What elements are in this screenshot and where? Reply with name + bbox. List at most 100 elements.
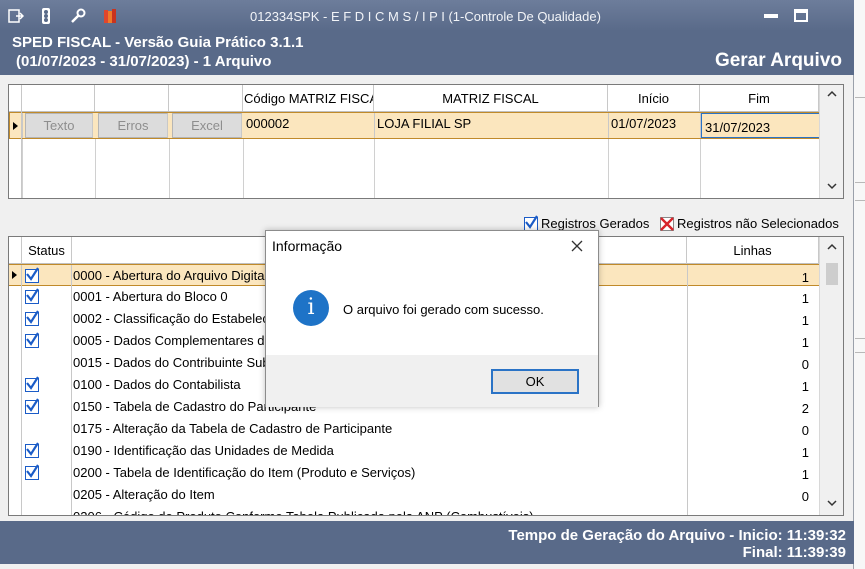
page-title: Gerar Arquivo: [714, 50, 842, 71]
ok-button[interactable]: OK: [491, 369, 579, 394]
records-grid-scrollbar[interactable]: [819, 237, 843, 515]
scroll-down-icon[interactable]: [820, 180, 844, 197]
row-indicator: [9, 484, 22, 506]
checked-icon: [524, 214, 538, 231]
erros-button[interactable]: Erros: [98, 113, 168, 138]
checked-icon: [25, 398, 39, 414]
record-description: 0100 - Dados do Contabilista: [73, 377, 241, 392]
record-lines: [687, 506, 817, 515]
record-lines: 1: [687, 330, 817, 352]
generation-end-time: Final: 11:39:39: [742, 544, 846, 561]
record-lines: 1: [687, 374, 817, 396]
wrench-icon[interactable]: [68, 6, 88, 26]
checked-icon: [25, 442, 39, 458]
traffic-light-icon[interactable]: [36, 6, 56, 26]
background-window-edge: [854, 0, 865, 569]
record-lines: 0: [687, 484, 817, 506]
scroll-thumb[interactable]: [826, 263, 838, 285]
scroll-up-icon[interactable]: [820, 88, 844, 105]
column-header-blank-1: [22, 85, 95, 111]
column-header-status[interactable]: Status: [22, 237, 72, 264]
checked-icon: [25, 267, 39, 283]
legend-generated-label: Registros Gerados: [541, 216, 650, 231]
table-row[interactable]: 0200 - Tabela de Identificação do Item (…: [9, 462, 821, 484]
record-description: 0175 - Alteração da Tabela de Cadastro d…: [73, 421, 393, 436]
row-indicator: [9, 418, 22, 440]
scroll-down-icon[interactable]: [820, 497, 843, 514]
period-label: (01/07/2023 - 31/07/2023) - 1 Arquivo: [16, 53, 272, 70]
scroll-up-icon[interactable]: [820, 241, 843, 258]
column-header-codigo[interactable]: Código MATRIZ FISCAL: [243, 85, 374, 111]
table-row[interactable]: 0205 - Alteração do Item 0: [9, 484, 821, 506]
books-icon[interactable]: [100, 6, 120, 26]
record-description: 0206 - Código de Produto Conforme Tabela…: [73, 509, 534, 515]
dialog-button-bar: OK: [266, 355, 598, 407]
status-cell: [22, 352, 72, 374]
maximize-button[interactable]: [790, 8, 812, 24]
record-lines: 1: [687, 286, 817, 308]
header-band: SPED FISCAL - Versão Guia Prático 3.1.1 …: [0, 31, 854, 75]
checked-icon: [25, 376, 39, 392]
status-cell: [22, 418, 72, 440]
legend-not-selected: Registros não Selecionados: [660, 216, 839, 231]
row-indicator: [9, 265, 22, 287]
record-lines: 1: [687, 462, 817, 484]
cell-fim[interactable]: 31/07/2023: [701, 113, 820, 138]
info-dialog: Informação i O arquivo foi gerado com su…: [265, 230, 599, 407]
texto-button[interactable]: Texto: [25, 113, 93, 138]
generation-start-time: Tempo de Geração do Arquivo - Inicio: 11…: [508, 527, 846, 544]
window-title: 012334SPK - E F D I C M S / I P I (1-Con…: [250, 9, 601, 24]
column-header-fim[interactable]: Fim: [700, 85, 819, 111]
checked-icon: [25, 464, 39, 480]
cell-matriz: LOJA FILIAL SP: [375, 113, 609, 138]
dialog-message: O arquivo foi gerado com sucesso.: [343, 302, 544, 317]
row-indicator: [9, 462, 22, 484]
cell-codigo: 000002: [244, 113, 375, 138]
row-indicator: [9, 374, 22, 396]
status-cell: [22, 484, 72, 506]
record-lines: 1: [687, 308, 817, 330]
record-lines: 1: [687, 440, 817, 462]
record-description: 0001 - Abertura do Bloco 0: [73, 289, 228, 304]
cross-icon: [660, 216, 674, 231]
column-header-linhas[interactable]: Linhas: [687, 237, 819, 264]
row-indicator: [9, 396, 22, 418]
record-lines: 0: [687, 352, 817, 374]
title-bar: 012334SPK - E F D I C M S / I P I (1-Con…: [0, 0, 854, 31]
column-header-blank-2: [95, 85, 169, 111]
record-lines: 1: [687, 265, 817, 287]
status-cell: [22, 506, 72, 515]
indicator-column-header: [9, 237, 22, 264]
info-icon: i: [293, 290, 329, 326]
checked-icon: [25, 332, 39, 348]
files-grid-row[interactable]: Texto Erros Excel 000002 LOJA FILIAL SP …: [9, 112, 821, 139]
dialog-title: Informação: [272, 238, 343, 254]
excel-button[interactable]: Excel: [172, 113, 242, 138]
column-header-blank-3: [169, 85, 243, 111]
row-indicator: [9, 308, 22, 330]
indicator-column: [9, 85, 22, 198]
close-icon[interactable]: [566, 235, 588, 257]
legend-generated: Registros Gerados: [524, 214, 650, 231]
column-header-matriz[interactable]: MATRIZ FISCAL: [374, 85, 608, 111]
table-row[interactable]: 0190 - Identificação das Unidades de Med…: [9, 440, 821, 462]
record-lines: 2: [687, 396, 817, 418]
files-grid-empty-area: [9, 139, 820, 198]
checked-icon: [25, 310, 39, 326]
footer-band: Tempo de Geração do Arquivo - Inicio: 11…: [0, 521, 854, 564]
files-grid: Código MATRIZ FISCAL MATRIZ FISCAL Iníci…: [8, 84, 844, 199]
table-row[interactable]: 0206 - Código de Produto Conforme Tabela…: [9, 506, 821, 515]
row-indicator: [9, 330, 22, 352]
record-description: 0200 - Tabela de Identificação do Item (…: [73, 465, 416, 480]
column-header-inicio[interactable]: Início: [608, 85, 700, 111]
record-description: 0190 - Identificação das Unidades de Med…: [73, 443, 334, 458]
table-row[interactable]: 0175 - Alteração da Tabela de Cadastro d…: [9, 418, 821, 440]
record-lines: 0: [687, 418, 817, 440]
files-grid-header: Código MATRIZ FISCAL MATRIZ FISCAL Iníci…: [9, 85, 819, 112]
row-indicator: [9, 352, 22, 374]
version-label: SPED FISCAL - Versão Guia Prático 3.1.1: [12, 34, 304, 51]
minimize-button[interactable]: [760, 8, 782, 24]
legend-not-selected-label: Registros não Selecionados: [677, 216, 839, 231]
files-grid-scrollbar[interactable]: [819, 85, 843, 198]
export-icon[interactable]: [6, 6, 26, 26]
